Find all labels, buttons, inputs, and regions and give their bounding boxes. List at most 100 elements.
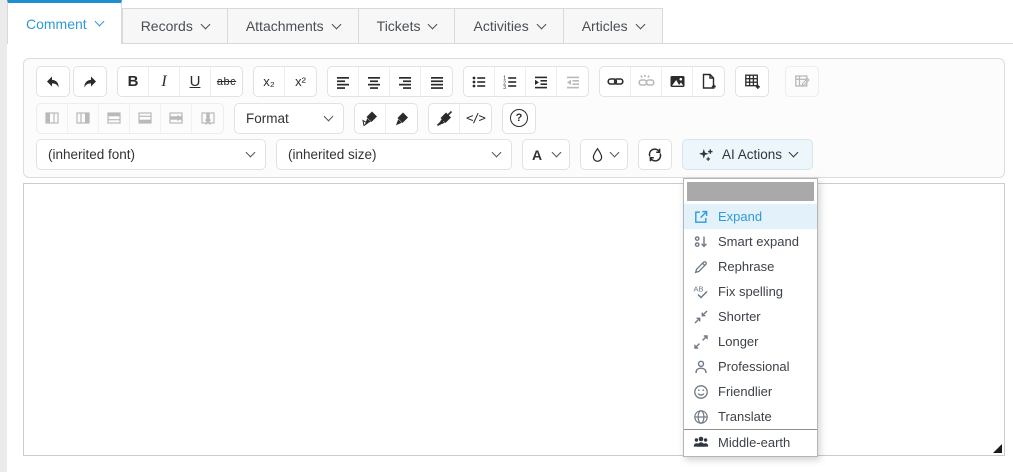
paragraph-format-dropdown[interactable]: Format [234, 103, 344, 134]
source-code-button[interactable]: </> [460, 104, 491, 133]
align-right-icon [397, 74, 413, 90]
chevron-down-icon [635, 19, 645, 29]
expand-arrows-icon [693, 334, 709, 350]
outdent-button[interactable] [557, 67, 588, 96]
text-color-icon: A [532, 147, 542, 163]
tab-attachments[interactable]: Attachments [228, 8, 359, 44]
ai-menu-item-shorter[interactable]: Shorter [684, 304, 817, 329]
globe-icon [693, 409, 709, 425]
tab-records-label: Records [141, 18, 193, 34]
ai-menu-item-expand[interactable]: Expand [684, 204, 817, 229]
font-family-dropdown[interactable]: (inherited font) [36, 139, 266, 170]
link-button[interactable] [600, 67, 631, 96]
ai-menu-item-longer[interactable]: Longer [684, 329, 817, 354]
ai-actions-label: AI Actions [722, 147, 782, 162]
editor-content-area[interactable] [23, 183, 1005, 456]
chevron-down-icon [331, 19, 341, 29]
insert-row-below-button[interactable] [130, 104, 161, 133]
resize-handle[interactable] [993, 444, 1002, 453]
row-insert-below-icon [137, 110, 153, 126]
indent-button[interactable] [526, 67, 557, 96]
unlink-button[interactable] [631, 67, 662, 96]
italic-button[interactable]: I [149, 67, 180, 96]
ai-menu-item-fix-spelling[interactable]: AB Fix spelling [684, 279, 817, 304]
delete-column-button[interactable] [192, 104, 223, 133]
bold-button[interactable]: B [118, 67, 149, 96]
person-icon [693, 359, 709, 375]
ai-menu-item-smart-expand[interactable]: Smart expand [684, 229, 817, 254]
tab-records[interactable]: Records [122, 8, 228, 44]
align-right-button[interactable] [390, 67, 421, 96]
paragraph-format-value: Format [246, 111, 289, 126]
insert-image-button[interactable] [662, 67, 693, 96]
background-color-dropdown[interactable] [580, 139, 628, 170]
column-insert-right-icon [75, 110, 91, 126]
remove-formatting-button[interactable] [429, 104, 460, 133]
undo-button[interactable] [36, 66, 70, 97]
pencil-icon [693, 259, 709, 275]
insert-column-right-button[interactable] [68, 104, 99, 133]
bulleted-list-button[interactable] [464, 67, 495, 96]
page-add-icon [700, 73, 717, 90]
tab-comment-label: Comment [26, 16, 87, 32]
tab-tickets[interactable]: Tickets [359, 8, 456, 44]
people-group-icon [693, 434, 709, 450]
redo-button[interactable] [73, 66, 107, 97]
chevron-down-icon [610, 148, 620, 158]
page-left-margin [0, 0, 7, 472]
ai-menu-item-rephrase[interactable]: Rephrase [684, 254, 817, 279]
ai-menu-item-friendlier[interactable]: Friendlier [684, 379, 817, 404]
paste-formatting-button[interactable] [386, 104, 417, 133]
smiley-icon [693, 384, 709, 400]
tab-articles[interactable]: Articles [564, 8, 663, 44]
table-properties-button[interactable] [785, 66, 819, 97]
text-color-dropdown[interactable]: A [522, 139, 570, 170]
insert-column-left-button[interactable] [37, 104, 68, 133]
toolbar-row-2: Format </> ? [36, 103, 992, 134]
numbered-list-button[interactable]: 123 [495, 67, 526, 96]
ai-menu-item-professional[interactable]: Professional [684, 354, 817, 379]
align-justify-button[interactable] [421, 67, 452, 96]
collapse-arrows-icon [693, 309, 709, 325]
align-left-button[interactable] [328, 67, 359, 96]
tab-bar: Comment Records Attachments Tickets Acti… [7, 0, 1013, 44]
tab-articles-label: Articles [582, 18, 628, 34]
tab-bar-filler [663, 0, 1013, 44]
tab-attachments-label: Attachments [246, 18, 324, 34]
table-edit-icon [794, 73, 811, 90]
ai-actions-button[interactable]: AI Actions [682, 139, 813, 170]
insert-table-button[interactable] [735, 66, 769, 97]
external-link-icon [693, 209, 709, 225]
align-center-button[interactable] [359, 67, 390, 96]
ai-menu-item-translate[interactable]: Translate [684, 404, 817, 429]
alignment-group [327, 66, 453, 97]
strikethrough-button[interactable]: abc [211, 67, 242, 96]
insert-page-button[interactable] [693, 67, 724, 96]
help-icon: ? [510, 109, 528, 127]
tab-comment[interactable]: Comment [7, 0, 122, 44]
superscript-button[interactable]: x² [285, 67, 316, 96]
underline-button[interactable]: U [180, 67, 211, 96]
delete-row-button[interactable] [161, 104, 192, 133]
align-left-icon [335, 74, 351, 90]
help-button[interactable]: ? [502, 103, 536, 134]
toolbar-row-3: (inherited font) (inherited size) A AI A… [36, 139, 992, 170]
script-group: x₂ x² [253, 66, 317, 97]
font-size-value: (inherited size) [288, 147, 377, 162]
image-icon [669, 73, 686, 90]
subscript-button[interactable]: x₂ [254, 67, 285, 96]
ai-menu-placeholder-item[interactable] [687, 182, 814, 201]
ai-menu-item-middle-earth[interactable]: Middle-earth [684, 429, 817, 454]
insert-row-above-button[interactable] [99, 104, 130, 133]
font-size-dropdown[interactable]: (inherited size) [276, 139, 512, 170]
tab-activities[interactable]: Activities [455, 8, 563, 44]
format-clear-source-group: </> [428, 103, 492, 134]
chevron-down-icon [94, 17, 104, 27]
bulleted-list-icon [471, 74, 487, 90]
copy-formatting-button[interactable] [355, 104, 386, 133]
refresh-button[interactable] [638, 139, 672, 170]
chevron-down-icon [789, 148, 799, 158]
format-painter-icon [393, 110, 410, 127]
toolbar-row-1: B I U abc x₂ x² [36, 66, 992, 97]
svg-text:3: 3 [503, 85, 506, 90]
